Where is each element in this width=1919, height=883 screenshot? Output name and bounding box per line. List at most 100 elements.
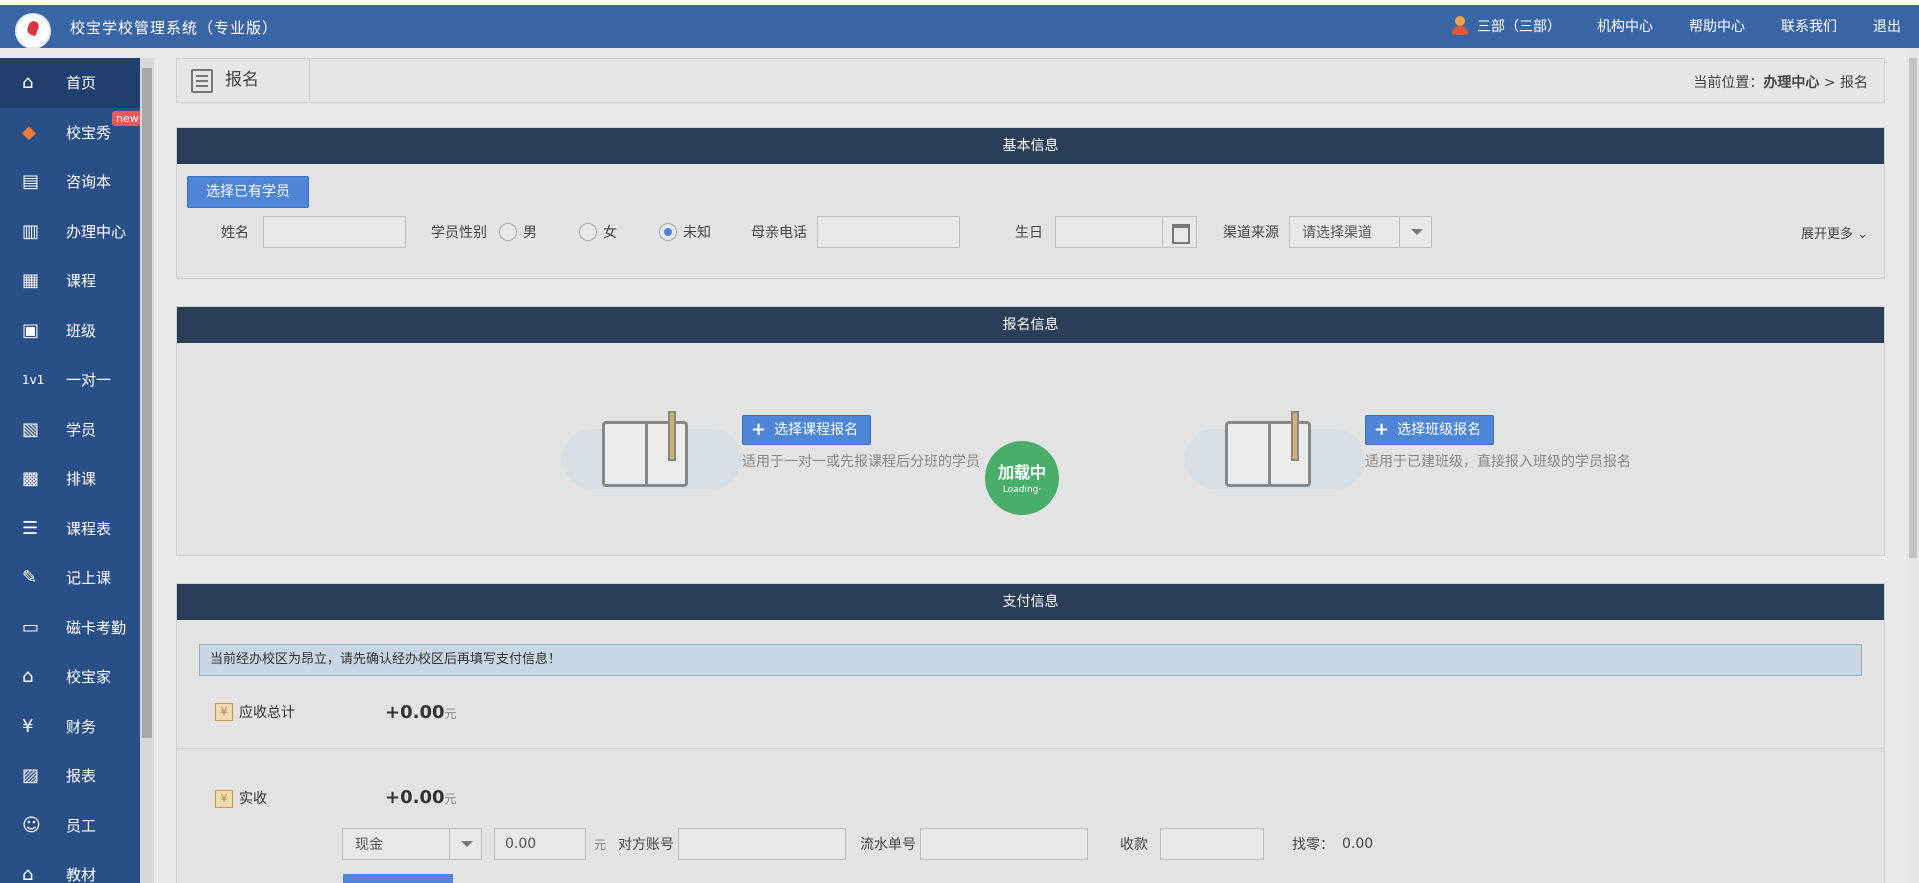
name-input[interactable]	[263, 216, 406, 248]
book-illustration-icon	[1185, 409, 1365, 499]
payment-method-select[interactable]: 现金	[342, 828, 482, 860]
plus-icon: +	[1374, 419, 1390, 440]
sidebar-item-label: 员工	[66, 816, 97, 835]
sidebar-item-2[interactable]: ◆ 校宝秀 new	[0, 108, 143, 158]
select-course-enroll-button[interactable]: + 选择课程报名	[742, 415, 872, 445]
birthday-label: 生日	[1015, 225, 1043, 241]
enroll-doc-icon	[191, 68, 213, 93]
one-on-one-icon: 1v1	[22, 373, 45, 387]
help-center-link[interactable]: 帮助中心	[1689, 16, 1745, 36]
chevron-down-icon	[449, 829, 481, 859]
user-menu[interactable]: 三部（三部）	[1451, 16, 1561, 36]
sidebar-item-label: 课程表	[66, 519, 112, 538]
org-center-link[interactable]: 机构中心	[1597, 16, 1653, 36]
gender-unknown-radio[interactable]: 未知	[659, 222, 711, 242]
logout-link[interactable]: 退出	[1873, 16, 1901, 36]
sidebar-item-15[interactable]: ▨ 报表	[0, 751, 140, 801]
contact-us-link[interactable]: 联系我们	[1781, 16, 1837, 36]
expand-more-link[interactable]: 展开更多 ⌄	[1801, 223, 1868, 242]
sidebar-item-label: 磁卡考勤	[66, 618, 127, 637]
sidebar-item-label: 学员	[66, 420, 97, 439]
breadcrumb-separator: >	[1823, 75, 1836, 91]
enroll-info-panel: 报名信息 + 选择课程报名 适用于一对一或先报课程后分班的学员 + 选择班级报名 适…	[176, 306, 1885, 556]
sidebar-item-9[interactable]: ▩ 排课	[0, 454, 140, 504]
handle-center-icon: ▥	[22, 220, 40, 242]
add-payment-button[interactable]	[343, 874, 453, 883]
sidebar-item-5[interactable]: ▦ 课程	[0, 256, 140, 306]
sidebar-item-6[interactable]: ▣ 班级	[0, 306, 140, 356]
material-icon: ⌂	[22, 864, 34, 883]
course-icon: ▦	[22, 270, 40, 291]
app-logo[interactable]	[15, 13, 51, 49]
serial-number-label: 流水单号	[860, 837, 917, 853]
collect-input[interactable]	[1160, 828, 1265, 860]
sidebar-item-10[interactable]: ☰ 课程表	[0, 504, 140, 554]
receivable-label: 应收总计	[239, 705, 295, 721]
sidebar-item-12[interactable]: ▭ 磁卡考勤	[0, 603, 140, 653]
chevron-down-icon	[1399, 217, 1431, 247]
enroll-body: + 选择课程报名 适用于一对一或先报课程后分班的学员 + 选择班级报名 适用于已建班…	[177, 343, 1884, 555]
course-enroll-group: + 选择课程报名 适用于一对一或先报课程后分班的学员	[742, 415, 980, 471]
received-value: +0.00	[385, 787, 445, 808]
attendance-record-icon: ✎	[22, 567, 38, 588]
sidebar-item-label: 一对一	[66, 371, 112, 390]
calendar-icon[interactable]	[1162, 217, 1196, 247]
birthday-input[interactable]	[1055, 216, 1197, 248]
sidebar-item-4[interactable]: ▥ 办理中心	[0, 207, 140, 257]
campus-notice: 当前经办校区为昂立，请先确认经办校区后再填写支付信息！	[199, 644, 1862, 676]
sidebar-item-13[interactable]: ⌂ 校宝家	[0, 652, 140, 702]
consult-icon: ▤	[22, 171, 40, 192]
sidebar-item-1[interactable]: ⌂ 首页	[0, 58, 140, 108]
breadcrumb-parent[interactable]: 办理中心	[1763, 75, 1819, 91]
received-amount: +0.00元	[385, 787, 457, 808]
sidebar-item-8[interactable]: ▧ 学员	[0, 405, 140, 455]
loading-indicator: 加载中 Loading·	[985, 441, 1059, 515]
sidebar-item-7[interactable]: 1v1 一对一	[0, 355, 140, 405]
sidebar-item-11[interactable]: ✎ 记上课	[0, 553, 140, 603]
serial-number-input[interactable]	[920, 828, 1089, 860]
book-illustration-icon	[562, 409, 742, 499]
class-enroll-hint: 适用于已建班级，直接报入班级的学员报名	[1365, 454, 1631, 470]
amount-unit: 元	[594, 837, 607, 852]
mother-phone-input[interactable]	[817, 216, 960, 248]
select-class-enroll-label: 选择班级报名	[1397, 422, 1482, 438]
receivable-unit: 元	[444, 706, 457, 721]
class-enroll-group: + 选择班级报名 适用于已建班级，直接报入班级的学员报名	[1365, 415, 1631, 471]
select-class-enroll-button[interactable]: + 选择班级报名	[1365, 415, 1495, 445]
counter-account-input[interactable]	[678, 828, 847, 860]
page-scroll-thumb[interactable]	[1909, 58, 1917, 558]
staff-icon: ☺	[22, 814, 41, 836]
family-icon: ⌂	[22, 666, 34, 687]
receivable-amount: +0.00元	[385, 702, 457, 723]
sidebar-item-label: 校宝秀	[66, 123, 112, 142]
gender-female-radio[interactable]: 女	[579, 222, 617, 242]
basic-info-header: 基本信息	[177, 128, 1884, 164]
gender-male-label: 男	[523, 225, 537, 241]
page-scrollbar[interactable]	[1907, 48, 1919, 883]
sidebar-item-14[interactable]: ¥ 财务	[0, 702, 140, 752]
loading-subtext: Loading·	[1002, 485, 1042, 495]
sidebar-item-17[interactable]: ⌂ 教材	[0, 850, 140, 883]
payment-amount-input[interactable]: 0.00	[494, 828, 586, 860]
sidebar-item-3[interactable]: ▤ 咨询本	[0, 157, 140, 207]
user-icon	[1451, 16, 1469, 36]
payment-line: 现金 0.00 元 对方账号 流水单号 收款 找零： 0.00	[177, 826, 1884, 862]
course-enroll-hint: 适用于一对一或先报课程后分班的学员	[742, 454, 980, 470]
report-icon: ▨	[22, 765, 40, 786]
home-icon: ⌂	[22, 72, 34, 93]
sidebar-scroll-thumb[interactable]	[142, 68, 152, 738]
select-existing-student-button[interactable]: 选择已有学员	[187, 176, 309, 208]
change-value: 0.00	[1342, 836, 1374, 852]
channel-select[interactable]: 请选择渠道	[1289, 216, 1432, 248]
app-title: 校宝学校管理系统（专业版）	[70, 19, 279, 37]
sidebar-item-label: 办理中心	[66, 222, 127, 241]
sidebar-item-16[interactable]: ☺ 员工	[0, 801, 140, 851]
user-name: 三部（三部）	[1477, 19, 1561, 35]
class-icon: ▣	[22, 319, 40, 341]
counter-account-label: 对方账号	[618, 837, 675, 853]
breadcrumb-prefix: 当前位置：	[1693, 75, 1764, 91]
card-icon: ▭	[22, 616, 40, 638]
channel-label: 渠道来源	[1223, 225, 1279, 241]
gender-male-radio[interactable]: 男	[499, 222, 537, 242]
gender-label: 学员性别	[431, 225, 487, 241]
